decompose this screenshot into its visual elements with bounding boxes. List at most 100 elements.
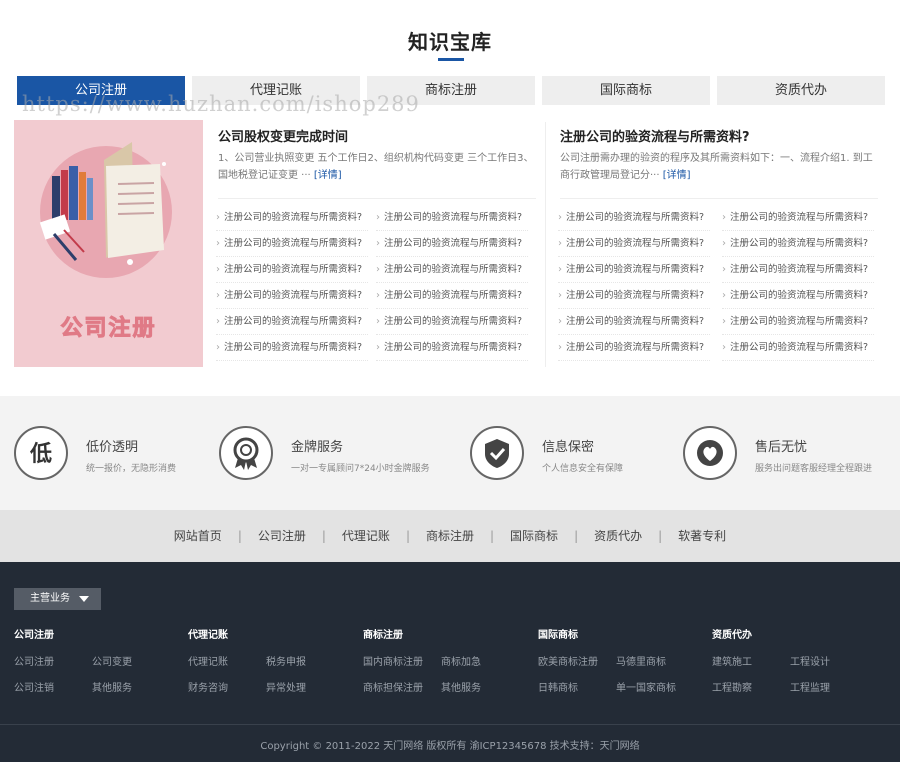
article-link[interactable]: 注册公司的验资流程与所需资料?	[558, 257, 710, 283]
nav-divider: |	[490, 529, 495, 543]
article-link[interactable]: 注册公司的验资流程与所需资料?	[376, 309, 528, 335]
footer-link[interactable]: 商标担保注册	[363, 679, 423, 694]
article-column-right: 注册公司的验资流程与所需资料? 公司注册需办理的验资的程序及其所需资料如下：一、…	[558, 120, 878, 361]
tab-company-registration[interactable]: 公司注册	[17, 76, 185, 105]
low-price-icon: 低	[14, 426, 68, 480]
tab-bookkeeping[interactable]: 代理记账	[192, 76, 360, 105]
article-summary: 公司注册需办理的验资的程序及其所需资料如下：一、流程介绍1. 到工商行政管理局登…	[560, 150, 878, 186]
nav-divider: |	[321, 529, 326, 543]
footer: 主营业务 公司注册 公司注册 公司变更 公司注销 其他服务 代理记账 代理记账 税务申报 财务咨…	[0, 562, 900, 762]
feature-title: 售后无忧	[755, 440, 808, 455]
article-link[interactable]: 注册公司的验资流程与所需资料?	[722, 283, 874, 309]
footer-link[interactable]: 单一国家商标	[616, 679, 676, 694]
footer-link[interactable]: 财务咨询	[188, 679, 228, 694]
footer-link[interactable]: 代理记账	[188, 653, 228, 668]
article-link[interactable]: 注册公司的验资流程与所需资料?	[376, 257, 528, 283]
knowledge-section: 知识宝库 公司注册 代理记账 商标注册 国际商标 资质代办 公司注册 公司股权变…	[0, 0, 900, 396]
title-underline	[438, 58, 464, 61]
feature-title: 低价透明	[86, 440, 139, 455]
footer-link[interactable]: 商标加急	[441, 653, 481, 668]
footer-link[interactable]: 建筑施工	[712, 653, 752, 668]
footer-link[interactable]: 其他服务	[92, 679, 132, 694]
article-link[interactable]: 注册公司的验资流程与所需资料?	[216, 205, 368, 231]
nav-link[interactable]: 网站首页	[174, 510, 222, 562]
footer-column-title: 公司注册	[14, 630, 54, 641]
category-banner[interactable]: 公司注册	[14, 120, 203, 367]
footer-link[interactable]: 欧美商标注册	[538, 653, 598, 668]
footer-column-title: 代理记账	[188, 630, 228, 641]
nav-link[interactable]: 软著专利	[678, 510, 726, 562]
footer-column: 国际商标 欧美商标注册 马德里商标 日韩商标 单一国家商标	[538, 626, 676, 694]
detail-link[interactable]: [详情]	[314, 170, 342, 181]
nav-divider: |	[405, 529, 410, 543]
footer-link[interactable]: 工程勘察	[712, 679, 752, 694]
banner-caption: 公司注册	[60, 316, 157, 342]
article-title[interactable]: 注册公司的验资流程与所需资料?	[560, 126, 878, 145]
footer-divider	[0, 724, 900, 725]
article-link[interactable]: 注册公司的验资流程与所需资料?	[722, 231, 874, 257]
article-link[interactable]: 注册公司的验资流程与所需资料?	[216, 257, 368, 283]
article-link[interactable]: 注册公司的验资流程与所需资料?	[216, 309, 368, 335]
footer-column: 代理记账 代理记账 税务申报 财务咨询 异常处理	[188, 626, 306, 694]
nav-link[interactable]: 国际商标	[510, 510, 558, 562]
article-link[interactable]: 注册公司的验资流程与所需资料?	[216, 231, 368, 257]
article-link[interactable]: 注册公司的验资流程与所需资料?	[216, 335, 368, 361]
article-link[interactable]: 注册公司的验资流程与所需资料?	[558, 335, 710, 361]
bottom-nav: 网站首页 | 公司注册 | 代理记账 | 商标注册 | 国际商标 | 资质代办 | 软著专利	[0, 510, 900, 562]
article-link[interactable]: 注册公司的验资流程与所需资料?	[216, 283, 368, 309]
footer-link[interactable]: 马德里商标	[616, 653, 666, 668]
article-link[interactable]: 注册公司的验资流程与所需资料?	[722, 335, 874, 361]
heart-icon	[683, 426, 737, 480]
article-link[interactable]: 注册公司的验资流程与所需资料?	[376, 283, 528, 309]
feature-desc: 服务出问题客服经理全程跟进	[755, 464, 873, 474]
article-link[interactable]: 注册公司的验资流程与所需资料?	[376, 205, 528, 231]
footer-link[interactable]: 工程设计	[790, 653, 830, 668]
footer-link[interactable]: 异常处理	[266, 679, 306, 694]
main-business-dropdown[interactable]: 主营业务	[14, 588, 101, 610]
shield-check-icon	[470, 426, 524, 480]
footer-link[interactable]: 工程监理	[790, 679, 830, 694]
footer-link[interactable]: 公司变更	[92, 653, 132, 668]
footer-link[interactable]: 国内商标注册	[363, 653, 423, 668]
detail-link[interactable]: [详情]	[663, 170, 691, 181]
nav-link[interactable]: 资质代办	[594, 510, 642, 562]
copyright: Copyright © 2011-2022 天门网络 版权所有 渝ICP1234…	[260, 741, 640, 752]
tab-qualification[interactable]: 资质代办	[717, 76, 885, 105]
caret-down-icon	[79, 596, 89, 602]
article-link[interactable]: 注册公司的验资流程与所需资料?	[376, 231, 528, 257]
article-link[interactable]: 注册公司的验资流程与所需资料?	[558, 309, 710, 335]
article-link[interactable]: 注册公司的验资流程与所需资料?	[722, 205, 874, 231]
tab-trademark[interactable]: 商标注册	[367, 76, 535, 105]
article-link[interactable]: 注册公司的验资流程与所需资料?	[722, 257, 874, 283]
nav-link[interactable]: 商标注册	[426, 510, 474, 562]
article-link[interactable]: 注册公司的验资流程与所需资料?	[376, 335, 528, 361]
footer-column: 商标注册国内商标注册 商标加急商标担保注册 其他服务	[363, 626, 481, 694]
footer-link[interactable]: 其他服务	[441, 679, 481, 694]
divider	[218, 198, 536, 199]
divider	[560, 198, 878, 199]
article-summary: 1、公司营业执照变更 五个工作日2、组织机构代码变更 三个工作日3、国地税登记证…	[218, 150, 536, 186]
footer-column: 公司注册 公司注册 公司变更 公司注销 其他服务	[14, 626, 132, 694]
article-link[interactable]: 注册公司的验资流程与所需资料?	[558, 283, 710, 309]
article-link[interactable]: 注册公司的验资流程与所需资料?	[722, 309, 874, 335]
footer-link[interactable]: 公司注册	[14, 653, 54, 668]
footer-link[interactable]: 公司注销	[14, 679, 54, 694]
footer-link[interactable]: 日韩商标	[538, 679, 578, 694]
footer-column-title: 商标注册	[363, 630, 403, 641]
footer-link[interactable]: 税务申报	[266, 653, 306, 668]
article-column-left: 公司股权变更完成时间 1、公司营业执照变更 五个工作日2、组织机构代码变更 三个…	[216, 120, 536, 361]
section-title: 知识宝库	[408, 30, 492, 54]
article-link[interactable]: 注册公司的验资流程与所需资料?	[558, 205, 710, 231]
footer-column-title: 资质代办	[712, 630, 752, 641]
nav-link[interactable]: 公司注册	[258, 510, 306, 562]
feature-desc: 统一报价，无隐形消费	[86, 464, 177, 474]
article-link[interactable]: 注册公司的验资流程与所需资料?	[558, 231, 710, 257]
feature-desc: 个人信息安全有保障	[542, 464, 624, 474]
article-title[interactable]: 公司股权变更完成时间	[218, 126, 536, 145]
dropdown-label: 主营业务	[30, 593, 70, 604]
nav-link[interactable]: 代理记账	[342, 510, 390, 562]
nav-divider: |	[574, 529, 579, 543]
svg-text:低: 低	[29, 442, 52, 467]
feature-title: 金牌服务	[291, 440, 344, 455]
tab-international-trademark[interactable]: 国际商标	[542, 76, 710, 105]
